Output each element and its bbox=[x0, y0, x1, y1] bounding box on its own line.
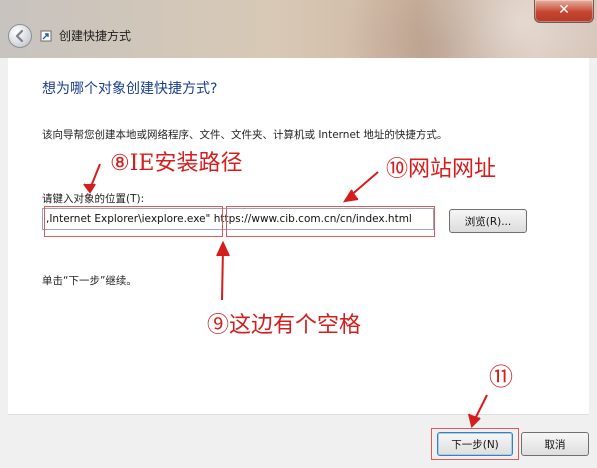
wizard-description: 该向导帮您创建本地或网络程序、文件、文件夹、计算机或 Internet 地址的快… bbox=[42, 129, 448, 141]
shortcut-wizard-icon bbox=[40, 30, 52, 42]
browse-button[interactable]: 浏览(R)... bbox=[449, 209, 527, 233]
next-button[interactable]: 下一步(N) bbox=[437, 432, 513, 456]
create-shortcut-window: ✕ 创建快捷方式 想为哪个对象创建快捷方式? 该向导帮您创建本地或网络程序、文件… bbox=[0, 0, 597, 468]
close-icon: ✕ bbox=[558, 2, 570, 18]
cancel-button[interactable]: 取消 bbox=[521, 432, 589, 456]
window-title: 创建快捷方式 bbox=[59, 29, 132, 43]
continue-hint: 单击“下一步”继续。 bbox=[42, 275, 137, 287]
location-label: 请键入对象的位置(T): bbox=[42, 193, 145, 205]
back-button[interactable] bbox=[8, 24, 32, 48]
page-heading: 想为哪个对象创建快捷方式? bbox=[42, 81, 218, 97]
back-arrow-icon bbox=[15, 29, 24, 43]
close-button[interactable]: ✕ bbox=[534, 0, 594, 23]
wizard-content bbox=[8, 58, 589, 414]
location-input[interactable] bbox=[42, 208, 434, 230]
